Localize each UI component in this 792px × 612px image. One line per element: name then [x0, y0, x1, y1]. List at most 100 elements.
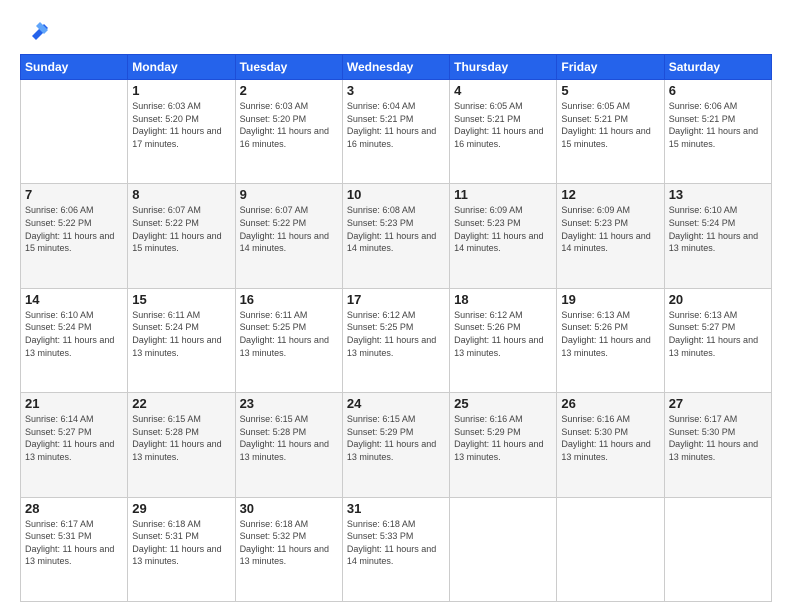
day-info: Sunrise: 6:18 AMSunset: 5:31 PMDaylight:… [132, 518, 230, 568]
day-number: 24 [347, 396, 445, 411]
day-number: 14 [25, 292, 123, 307]
day-info: Sunrise: 6:17 AMSunset: 5:30 PMDaylight:… [669, 413, 767, 463]
day-info: Sunrise: 6:13 AMSunset: 5:27 PMDaylight:… [669, 309, 767, 359]
day-info: Sunrise: 6:06 AMSunset: 5:22 PMDaylight:… [25, 204, 123, 254]
day-number: 15 [132, 292, 230, 307]
day-info: Sunrise: 6:09 AMSunset: 5:23 PMDaylight:… [454, 204, 552, 254]
calendar-week-row: 28 Sunrise: 6:17 AMSunset: 5:31 PMDayligh… [21, 497, 772, 601]
calendar-cell: 26 Sunrise: 6:16 AMSunset: 5:30 PMDayligh… [557, 393, 664, 497]
day-number: 31 [347, 501, 445, 516]
day-number: 7 [25, 187, 123, 202]
calendar-cell: 10 Sunrise: 6:08 AMSunset: 5:23 PMDayligh… [342, 184, 449, 288]
calendar-cell: 31 Sunrise: 6:18 AMSunset: 5:33 PMDayligh… [342, 497, 449, 601]
calendar-cell: 27 Sunrise: 6:17 AMSunset: 5:30 PMDayligh… [664, 393, 771, 497]
calendar-cell: 4 Sunrise: 6:05 AMSunset: 5:21 PMDaylight… [450, 80, 557, 184]
day-number: 25 [454, 396, 552, 411]
day-info: Sunrise: 6:06 AMSunset: 5:21 PMDaylight:… [669, 100, 767, 150]
day-info: Sunrise: 6:16 AMSunset: 5:30 PMDaylight:… [561, 413, 659, 463]
day-number: 11 [454, 187, 552, 202]
calendar-cell: 2Sunrise: 6:03 AMSunset: 5:20 PMDaylight… [235, 80, 342, 184]
calendar-cell [557, 497, 664, 601]
day-info: Sunrise: 6:11 AMSunset: 5:25 PMDaylight:… [240, 309, 338, 359]
calendar-cell [450, 497, 557, 601]
calendar-cell: 29 Sunrise: 6:18 AMSunset: 5:31 PMDayligh… [128, 497, 235, 601]
calendar-week-row: 1 Sunrise: 6:03 AMSunset: 5:20 PMDaylight… [21, 80, 772, 184]
calendar-cell: 15Sunrise: 6:11 AMSunset: 5:24 PMDayligh… [128, 288, 235, 392]
day-number: 17 [347, 292, 445, 307]
calendar-cell: 17 Sunrise: 6:12 AMSunset: 5:25 PMDayligh… [342, 288, 449, 392]
day-info: Sunrise: 6:17 AMSunset: 5:31 PMDaylight:… [25, 518, 123, 568]
day-info: Sunrise: 6:08 AMSunset: 5:23 PMDaylight:… [347, 204, 445, 254]
day-info: Sunrise: 6:10 AMSunset: 5:24 PMDaylight:… [669, 204, 767, 254]
day-number: 27 [669, 396, 767, 411]
day-number: 28 [25, 501, 123, 516]
day-info: Sunrise: 6:18 AMSunset: 5:32 PMDaylight:… [240, 518, 338, 568]
calendar-header-row: SundayMondayTuesdayWednesdayThursdayFrid… [21, 55, 772, 80]
calendar-cell: 6 Sunrise: 6:06 AMSunset: 5:21 PMDaylight… [664, 80, 771, 184]
day-number: 30 [240, 501, 338, 516]
day-number: 1 [132, 83, 230, 98]
day-number: 19 [561, 292, 659, 307]
day-info: Sunrise: 6:16 AMSunset: 5:29 PMDaylight:… [454, 413, 552, 463]
calendar-cell: 24 Sunrise: 6:15 AMSunset: 5:29 PMDayligh… [342, 393, 449, 497]
day-info: Sunrise: 6:05 AMSunset: 5:21 PMDaylight:… [561, 100, 659, 150]
day-info: Sunrise: 6:18 AMSunset: 5:33 PMDaylight:… [347, 518, 445, 568]
calendar-week-row: 14 Sunrise: 6:10 AMSunset: 5:24 PMDayligh… [21, 288, 772, 392]
day-info: Sunrise: 6:13 AMSunset: 5:26 PMDaylight:… [561, 309, 659, 359]
day-number: 21 [25, 396, 123, 411]
day-info: Sunrise: 6:14 AMSunset: 5:27 PMDaylight:… [25, 413, 123, 463]
calendar-cell: 28 Sunrise: 6:17 AMSunset: 5:31 PMDayligh… [21, 497, 128, 601]
weekday-header: Monday [128, 55, 235, 80]
calendar-cell [21, 80, 128, 184]
header [20, 18, 772, 44]
calendar-week-row: 21 Sunrise: 6:14 AMSunset: 5:27 PMDayligh… [21, 393, 772, 497]
weekday-header: Wednesday [342, 55, 449, 80]
day-info: Sunrise: 6:15 AMSunset: 5:29 PMDaylight:… [347, 413, 445, 463]
day-number: 9 [240, 187, 338, 202]
day-number: 6 [669, 83, 767, 98]
calendar-cell: 12 Sunrise: 6:09 AMSunset: 5:23 PMDayligh… [557, 184, 664, 288]
calendar-cell: 8Sunrise: 6:07 AMSunset: 5:22 PMDaylight… [128, 184, 235, 288]
weekday-header: Friday [557, 55, 664, 80]
day-info: Sunrise: 6:15 AMSunset: 5:28 PMDaylight:… [132, 413, 230, 463]
day-info: Sunrise: 6:12 AMSunset: 5:25 PMDaylight:… [347, 309, 445, 359]
day-info: Sunrise: 6:04 AMSunset: 5:21 PMDaylight:… [347, 100, 445, 150]
day-info: Sunrise: 6:07 AMSunset: 5:22 PMDaylight:… [132, 204, 230, 254]
calendar-cell: 25 Sunrise: 6:16 AMSunset: 5:29 PMDayligh… [450, 393, 557, 497]
day-number: 4 [454, 83, 552, 98]
calendar-cell: 14 Sunrise: 6:10 AMSunset: 5:24 PMDayligh… [21, 288, 128, 392]
day-info: Sunrise: 6:09 AMSunset: 5:23 PMDaylight:… [561, 204, 659, 254]
day-number: 29 [132, 501, 230, 516]
calendar-table: SundayMondayTuesdayWednesdayThursdayFrid… [20, 54, 772, 602]
day-number: 3 [347, 83, 445, 98]
day-number: 2 [240, 83, 338, 98]
calendar-cell: 5Sunrise: 6:05 AMSunset: 5:21 PMDaylight… [557, 80, 664, 184]
day-info: Sunrise: 6:07 AMSunset: 5:22 PMDaylight:… [240, 204, 338, 254]
weekday-header: Tuesday [235, 55, 342, 80]
calendar-cell: 16Sunrise: 6:11 AMSunset: 5:25 PMDayligh… [235, 288, 342, 392]
day-info: Sunrise: 6:05 AMSunset: 5:21 PMDaylight:… [454, 100, 552, 150]
calendar-cell: 18Sunrise: 6:12 AMSunset: 5:26 PMDayligh… [450, 288, 557, 392]
day-number: 10 [347, 187, 445, 202]
calendar-cell: 13 Sunrise: 6:10 AMSunset: 5:24 PMDayligh… [664, 184, 771, 288]
day-number: 26 [561, 396, 659, 411]
calendar-cell: 7 Sunrise: 6:06 AMSunset: 5:22 PMDaylight… [21, 184, 128, 288]
calendar-week-row: 7 Sunrise: 6:06 AMSunset: 5:22 PMDaylight… [21, 184, 772, 288]
calendar-cell: 20Sunrise: 6:13 AMSunset: 5:27 PMDayligh… [664, 288, 771, 392]
weekday-header: Thursday [450, 55, 557, 80]
day-info: Sunrise: 6:03 AMSunset: 5:20 PMDaylight:… [132, 100, 230, 150]
day-info: Sunrise: 6:10 AMSunset: 5:24 PMDaylight:… [25, 309, 123, 359]
calendar-cell [664, 497, 771, 601]
calendar-cell: 3 Sunrise: 6:04 AMSunset: 5:21 PMDaylight… [342, 80, 449, 184]
day-info: Sunrise: 6:15 AMSunset: 5:28 PMDaylight:… [240, 413, 338, 463]
calendar-cell: 11 Sunrise: 6:09 AMSunset: 5:23 PMDayligh… [450, 184, 557, 288]
day-number: 13 [669, 187, 767, 202]
calendar-cell: 22 Sunrise: 6:15 AMSunset: 5:28 PMDayligh… [128, 393, 235, 497]
day-number: 22 [132, 396, 230, 411]
day-number: 12 [561, 187, 659, 202]
logo-icon [24, 16, 52, 44]
page: SundayMondayTuesdayWednesdayThursdayFrid… [0, 0, 792, 612]
day-number: 23 [240, 396, 338, 411]
weekday-header: Sunday [21, 55, 128, 80]
calendar-cell: 9 Sunrise: 6:07 AMSunset: 5:22 PMDaylight… [235, 184, 342, 288]
